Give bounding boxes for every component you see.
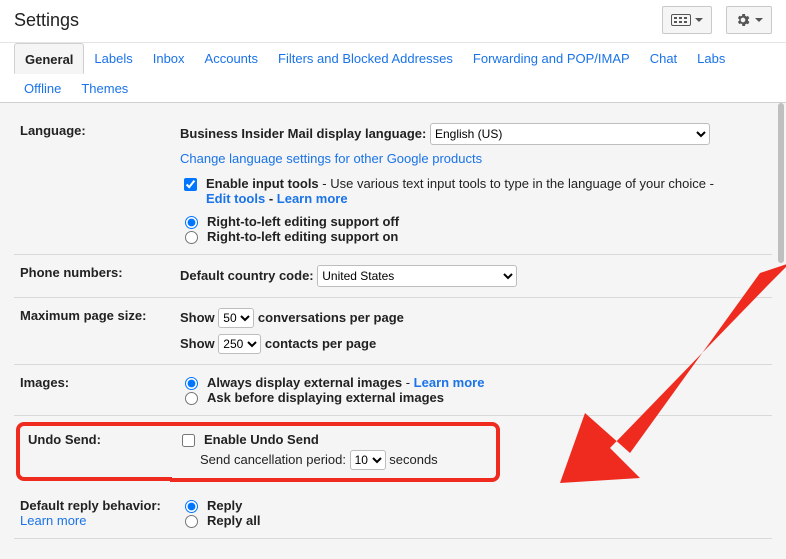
tab-offline[interactable]: Offline [14,73,71,102]
rtl-off-option[interactable]: Right-to-left editing support off [180,214,766,229]
label-phone-numbers: Phone numbers: [14,255,174,298]
tab-themes[interactable]: Themes [71,73,138,102]
contacts-per-page-select[interactable]: 250 [218,334,261,354]
cancellation-period-select[interactable]: 10 [350,450,386,470]
keyboard-icon [671,14,691,26]
settings-gear-button[interactable] [726,6,772,34]
settings-content: Language: Business Insider Mail display … [0,103,786,559]
tab-inbox[interactable]: Inbox [143,43,195,73]
scrollbar[interactable] [778,103,784,263]
row-images: Images: Always display external images -… [14,365,772,416]
enable-undo-send-checkbox[interactable] [182,434,195,447]
label-max-page-size: Maximum page size: [14,298,174,365]
rtl-off-radio[interactable] [185,216,198,229]
rtl-on-radio[interactable] [185,231,198,244]
input-tools-learn-more-link[interactable]: Learn more [277,191,348,206]
display-language-label: Business Insider Mail display language: [180,126,426,141]
images-learn-more-link[interactable]: Learn more [414,375,485,390]
row-phone-numbers: Phone numbers: Default country code: Uni… [14,255,772,298]
enable-input-tools-option[interactable]: Enable input tools - Use various text in… [180,176,766,206]
rtl-on-option[interactable]: Right-to-left editing support on [180,229,766,244]
chevron-down-icon [695,18,703,22]
label-language: Language: [14,113,174,255]
reply-all-radio[interactable] [185,515,198,528]
chevron-down-icon [755,18,763,22]
tab-labs[interactable]: Labs [687,43,735,73]
label-default-reply: Default reply behavior: [20,498,161,513]
enable-undo-send-option[interactable]: Enable Undo Send [178,432,488,450]
label-images: Images: [14,365,174,416]
tab-forwarding[interactable]: Forwarding and POP/IMAP [463,43,640,73]
label-undo-send: Undo Send: [28,432,101,447]
enable-input-tools-checkbox[interactable] [184,178,197,191]
header-controls [662,6,772,34]
page-title: Settings [14,10,79,31]
tab-general[interactable]: General [14,43,84,74]
change-language-link[interactable]: Change language settings for other Googl… [180,151,482,166]
default-country-code-label: Default country code: [180,268,314,283]
images-always-option[interactable]: Always display external images - Learn m… [180,375,766,390]
gear-icon [735,12,751,28]
row-undo-send: Undo Send: Enable Undo Send Send cancell… [14,416,772,489]
row-language: Language: Business Insider Mail display … [14,113,772,255]
reply-radio[interactable] [185,500,198,513]
settings-header: Settings [0,0,786,43]
cancellation-period-label: Send cancellation period: [200,452,346,467]
tab-accounts[interactable]: Accounts [195,43,268,73]
edit-tools-link[interactable]: Edit tools [206,191,265,206]
conversations-per-page-select[interactable]: 50 [218,308,254,328]
images-always-radio[interactable] [185,377,198,390]
images-ask-radio[interactable] [185,392,198,405]
tab-filters[interactable]: Filters and Blocked Addresses [268,43,463,73]
images-ask-option[interactable]: Ask before displaying external images [180,390,766,405]
row-default-reply: Default reply behavior: Learn more Reply… [14,488,772,539]
reply-learn-more-link[interactable]: Learn more [20,513,86,528]
settings-tabs: General Labels Inbox Accounts Filters an… [0,43,786,103]
settings-table: Language: Business Insider Mail display … [14,113,772,539]
tab-chat[interactable]: Chat [640,43,687,73]
row-max-page-size: Maximum page size: Show 50 conversations… [14,298,772,365]
display-language-select[interactable]: English (US) [430,123,710,145]
reply-all-option[interactable]: Reply all [180,513,766,528]
input-tools-button[interactable] [662,6,712,34]
tab-labels[interactable]: Labels [84,43,142,73]
reply-option[interactable]: Reply [180,498,766,513]
default-country-code-select[interactable]: United States [317,265,517,287]
